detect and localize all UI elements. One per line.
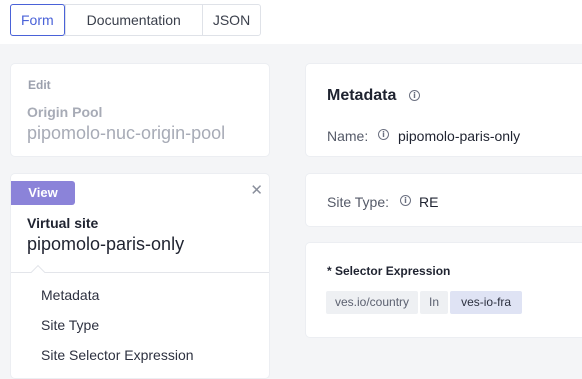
view-context-card: View ✕ Virtual site pipomolo-paris-only …: [11, 174, 269, 378]
selector-value-chip: ves-io-fra: [450, 291, 523, 314]
selector-expression: ves.io/country In ves-io-fra: [326, 291, 523, 314]
view-object-name: pipomolo-paris-only: [27, 234, 185, 254]
close-icon[interactable]: ✕: [250, 183, 263, 198]
info-icon[interactable]: i: [378, 129, 389, 140]
tab-form[interactable]: Form: [10, 4, 65, 36]
edit-object-name: pipomolo-nuc-origin-pool: [27, 123, 226, 143]
tab-json[interactable]: JSON: [201, 5, 260, 35]
info-icon[interactable]: i: [409, 90, 420, 101]
view-mode-tabs: Form Documentation JSON: [10, 4, 262, 36]
info-icon[interactable]: i: [400, 195, 411, 206]
tab-documentation[interactable]: Documentation: [64, 5, 202, 35]
selector-operator-chip: In: [420, 291, 449, 314]
top-bar: Form Documentation JSON: [0, 0, 582, 44]
view-badge: View: [11, 181, 75, 205]
name-value: pipomolo-paris-only: [398, 128, 521, 144]
selector-expression-label: * Selector Expression: [327, 264, 451, 278]
metadata-section: Metadata i Name: i pipomolo-paris-only: [306, 64, 582, 156]
name-label: Name:: [327, 128, 369, 144]
selector-expression-section: * Selector Expression ves.io/country In …: [306, 243, 582, 337]
edit-context-card[interactable]: Edit Origin Pool pipomolo-nuc-origin-poo…: [11, 64, 269, 156]
edit-heading: Edit: [28, 78, 51, 92]
nav-item-metadata[interactable]: Metadata: [41, 287, 99, 303]
nav-item-site-selector-expression[interactable]: Site Selector Expression: [41, 347, 194, 363]
divider: [11, 272, 269, 273]
nav-item-site-type[interactable]: Site Type: [41, 317, 99, 333]
divider-notch: [30, 264, 46, 280]
metadata-title: Metadata: [327, 87, 397, 104]
site-type-label: Site Type:: [327, 194, 390, 210]
site-type-value: RE: [419, 194, 439, 210]
edit-object-type: Origin Pool: [27, 104, 103, 120]
site-type-section: Site Type: i RE: [306, 174, 582, 226]
selector-key-chip: ves.io/country: [326, 291, 419, 314]
view-object-type: Virtual site: [27, 215, 99, 231]
